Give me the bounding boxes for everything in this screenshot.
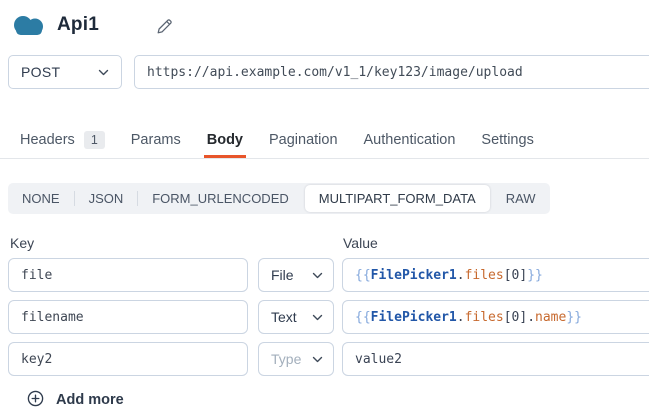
value-code-input[interactable]: value2 bbox=[342, 342, 649, 376]
add-more-button[interactable]: Add more bbox=[27, 390, 124, 410]
edit-name-pencil-icon[interactable] bbox=[156, 18, 173, 40]
chevron-down-icon bbox=[312, 350, 323, 368]
tab-headers[interactable]: Headers 1 bbox=[20, 121, 105, 158]
chevron-down-icon bbox=[98, 63, 109, 81]
value-type-select[interactable]: File bbox=[258, 258, 334, 292]
binding-property: files bbox=[465, 310, 504, 325]
tab-pagination[interactable]: Pagination bbox=[269, 121, 338, 158]
value-type-select[interactable]: Text bbox=[258, 300, 334, 334]
tab-pagination-label: Pagination bbox=[269, 132, 338, 148]
form-data-row: Type value2 bbox=[0, 342, 649, 376]
body-type-json[interactable]: JSON bbox=[75, 183, 138, 214]
binding-index: [0] bbox=[504, 310, 527, 325]
form-data-row: File {{FilePicker1.files[0]}} bbox=[0, 258, 649, 292]
api-name-title: Api1 bbox=[57, 14, 99, 36]
key-column-header: Key bbox=[10, 235, 34, 251]
tab-params[interactable]: Params bbox=[131, 121, 181, 158]
binding-dot: . bbox=[457, 310, 465, 325]
http-method-select[interactable]: POST bbox=[8, 55, 122, 89]
headers-count-badge: 1 bbox=[84, 131, 105, 149]
tab-headers-label: Headers bbox=[20, 132, 75, 148]
chevron-down-icon bbox=[312, 266, 323, 284]
value-text: value2 bbox=[355, 352, 402, 367]
add-more-label: Add more bbox=[56, 392, 124, 408]
key-input[interactable] bbox=[8, 258, 248, 292]
binding-entity: FilePicker1 bbox=[371, 268, 457, 283]
value-type-value: File bbox=[271, 267, 294, 283]
tab-authentication[interactable]: Authentication bbox=[364, 121, 456, 158]
http-method-value: POST bbox=[21, 64, 60, 80]
value-code-input[interactable]: {{FilePicker1.files[0].name}} bbox=[342, 300, 649, 334]
binding-close-braces: }} bbox=[527, 268, 543, 283]
tab-authentication-label: Authentication bbox=[364, 132, 456, 148]
value-column-header: Value bbox=[343, 235, 378, 251]
value-type-placeholder: Type bbox=[271, 351, 301, 367]
tab-params-label: Params bbox=[131, 132, 181, 148]
body-type-form-urlencoded[interactable]: FORM_URLENCODED bbox=[138, 183, 303, 214]
value-type-select[interactable]: Type bbox=[258, 342, 334, 376]
tab-body-label: Body bbox=[207, 132, 243, 148]
plus-circle-icon bbox=[27, 390, 44, 410]
binding-open-braces: {{ bbox=[355, 310, 371, 325]
body-type-segmented-control: NONE JSON FORM_URLENCODED MULTIPART_FORM… bbox=[8, 183, 550, 214]
form-data-row: Text {{FilePicker1.files[0].name}} bbox=[0, 300, 649, 334]
body-type-none[interactable]: NONE bbox=[8, 183, 74, 214]
binding-dot: . bbox=[457, 268, 465, 283]
key-input[interactable] bbox=[8, 300, 248, 334]
request-tabs: Headers 1 Params Body Pagination Authent… bbox=[0, 121, 649, 159]
key-input[interactable] bbox=[8, 342, 248, 376]
binding-entity: FilePicker1 bbox=[371, 310, 457, 325]
api-cloud-icon bbox=[10, 13, 48, 43]
value-type-value: Text bbox=[271, 309, 297, 325]
tab-settings-label: Settings bbox=[481, 132, 533, 148]
binding-property: files bbox=[465, 268, 504, 283]
body-type-multipart-form-data[interactable]: MULTIPART_FORM_DATA bbox=[305, 185, 490, 212]
tab-body[interactable]: Body bbox=[207, 121, 243, 158]
binding-dot: . bbox=[527, 310, 535, 325]
body-type-raw[interactable]: RAW bbox=[492, 183, 550, 214]
tab-settings[interactable]: Settings bbox=[481, 121, 533, 158]
binding-index: [0] bbox=[504, 268, 527, 283]
binding-property: name bbox=[535, 310, 566, 325]
value-code-input[interactable]: {{FilePicker1.files[0]}} bbox=[342, 258, 649, 292]
binding-open-braces: {{ bbox=[355, 268, 371, 283]
chevron-down-icon bbox=[312, 308, 323, 326]
api-editor-pane: Api1 POST Headers 1 Params Body Paginati… bbox=[0, 0, 649, 420]
api-url-input[interactable] bbox=[134, 55, 649, 89]
binding-close-braces: }} bbox=[566, 310, 582, 325]
